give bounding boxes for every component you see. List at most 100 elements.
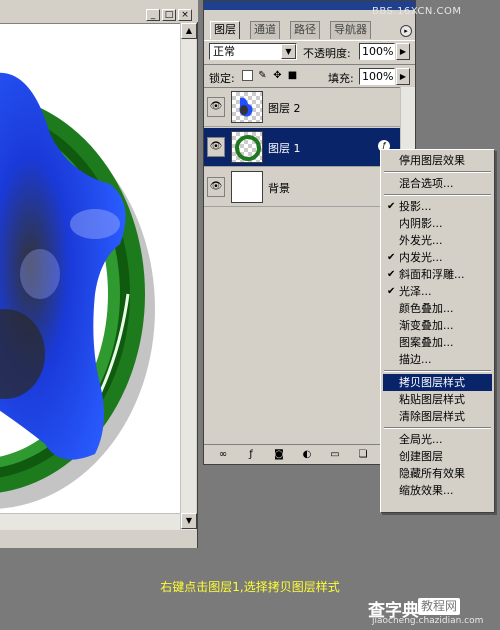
checkmark-icon: ✔	[387, 286, 396, 297]
link-layers-icon[interactable]: ∞	[216, 449, 230, 461]
blend-mode-value: 正常	[213, 45, 235, 58]
eye-icon[interactable]: 👁	[207, 97, 225, 117]
menu-item[interactable]: 停用图层效果	[383, 152, 492, 169]
menu-item[interactable]: ✔ 光泽...	[383, 283, 492, 300]
opacity-slider-button[interactable]: ▶	[396, 43, 410, 60]
close-button[interactable]: ×	[178, 9, 192, 21]
menu-item-label: 粘贴图层样式	[399, 393, 465, 406]
menu-item[interactable]: 图案叠加...	[383, 334, 492, 351]
lock-paint-icon[interactable]: ✎	[257, 70, 268, 81]
checkmark-icon: ✔	[387, 269, 396, 280]
menu-item[interactable]: ✔ 投影...	[383, 198, 492, 215]
menu-item-label: 内发光...	[399, 251, 443, 264]
new-folder-icon[interactable]: ▭	[328, 449, 342, 461]
brand-watermark: BBS.16XCN.COM	[372, 6, 462, 17]
menu-item-label: 内阴影...	[399, 217, 443, 230]
menu-item[interactable]: ✔ 斜面和浮雕...	[383, 266, 492, 283]
caption-text: 右键点击图层1,选择拷贝图层样式	[160, 580, 340, 594]
tab-paths[interactable]: 路径	[290, 21, 320, 39]
menu-item-label: 外发光...	[399, 234, 443, 247]
checkmark-icon: ✔	[387, 252, 396, 263]
layers-list: 👁 图层 2 👁 图层 1 ƒ 👁 背景	[204, 87, 400, 444]
opacity-input[interactable]: 100%	[359, 43, 395, 60]
site-watermark-badge: 教程网	[418, 598, 460, 615]
chevron-down-icon: ▼	[281, 44, 296, 59]
lock-all-icon[interactable]: ■	[287, 70, 298, 81]
menu-item[interactable]: ✔ 内发光...	[383, 249, 492, 266]
menu-item-label: 全局光...	[399, 433, 443, 446]
eye-icon[interactable]: 👁	[207, 137, 225, 157]
menu-item[interactable]: 混合选项...	[383, 175, 492, 192]
minimize-button[interactable]: _	[146, 9, 160, 21]
document-vertical-scrollbar[interactable]: ▲ ▼	[180, 23, 197, 530]
menu-item[interactable]: 创建图层	[383, 448, 492, 465]
layer-style-context-menu: 停用图层效果 混合选项... ✔ 投影... 内阴影... 外发光... ✔ 内发光... ✔ 斜…	[380, 149, 495, 513]
scroll-down-button[interactable]: ▼	[181, 513, 197, 529]
menu-item[interactable]: 隐藏所有效果	[383, 465, 492, 482]
menu-item[interactable]: 缩放效果...	[383, 482, 492, 499]
layer-name: 图层 2	[268, 102, 301, 115]
blend-mode-select[interactable]: 正常 ▼	[209, 43, 297, 60]
menu-separator	[384, 370, 491, 372]
adjustment-layer-icon[interactable]: ◐	[300, 449, 314, 461]
menu-item-label: 投影...	[399, 200, 432, 213]
fill-input[interactable]: 100%	[359, 68, 395, 85]
menu-item[interactable]: 内阴影...	[383, 215, 492, 232]
layer-name: 背景	[268, 182, 290, 195]
layer-row-layer-2[interactable]: 👁 图层 2	[204, 88, 400, 127]
menu-item-label: 渐变叠加...	[399, 319, 454, 332]
lock-transparent-icon[interactable]	[242, 70, 253, 81]
fill-slider-button[interactable]: ▶	[396, 68, 410, 85]
blend-opacity-row: 正常 ▼ 不透明度: 100% ▶	[204, 40, 415, 62]
menu-separator	[384, 427, 491, 429]
document-horizontal-scrollbar[interactable]	[0, 513, 180, 530]
menu-item-label: 创建图层	[399, 450, 443, 463]
layer-thumbnail	[231, 131, 263, 163]
site-watermark-url: jiaocheng.chazidian.com	[372, 616, 484, 626]
document-titlebar: _ □ ×	[0, 0, 198, 22]
document-window: _ □ × ▲ ▼	[0, 0, 198, 548]
lock-move-icon[interactable]: ✥	[272, 70, 283, 81]
fill-label: 填充:	[328, 72, 354, 85]
layer-thumbnail	[231, 171, 263, 203]
menu-separator	[384, 171, 491, 173]
document-canvas[interactable]	[0, 23, 180, 513]
checkmark-icon: ✔	[387, 201, 396, 212]
tab-channels[interactable]: 通道	[250, 21, 280, 39]
new-layer-icon[interactable]: ❏	[356, 449, 370, 461]
tab-navigator[interactable]: 导航器	[330, 21, 371, 39]
tab-layers[interactable]: 图层	[210, 21, 240, 39]
layer-row-background[interactable]: 👁 背景	[204, 168, 400, 207]
menu-item-label: 拷贝图层样式	[399, 376, 465, 389]
menu-item-label: 隐藏所有效果	[399, 467, 465, 480]
menu-item-label: 清除图层样式	[399, 410, 465, 423]
opacity-label: 不透明度:	[303, 47, 351, 60]
menu-item[interactable]: 渐变叠加...	[383, 317, 492, 334]
menu-item[interactable]: 清除图层样式	[383, 408, 492, 425]
menu-item-label: 颜色叠加...	[399, 302, 454, 315]
menu-item-label: 描边...	[399, 353, 432, 366]
maximize-button[interactable]: □	[162, 9, 176, 21]
menu-item[interactable]: 外发光...	[383, 232, 492, 249]
menu-item[interactable]: 拷贝图层样式	[383, 374, 492, 391]
menu-item-label: 斜面和浮雕...	[399, 268, 465, 281]
lock-label: 锁定:	[209, 72, 235, 85]
palette-menu-button[interactable]: ▸	[400, 25, 412, 37]
add-mask-icon[interactable]: ◙	[272, 449, 286, 461]
menu-item[interactable]: 颜色叠加...	[383, 300, 492, 317]
layer-thumbnail	[231, 91, 263, 123]
canvas-artwork	[0, 72, 155, 509]
menu-item-label: 停用图层效果	[399, 154, 465, 167]
menu-item[interactable]: 描边...	[383, 351, 492, 368]
menu-item-label: 混合选项...	[399, 177, 454, 190]
lock-fill-row: 锁定: ✎ ✥ ■ 填充: 100% ▶	[204, 64, 415, 86]
menu-item[interactable]: 粘贴图层样式	[383, 391, 492, 408]
scroll-up-button[interactable]: ▲	[181, 23, 197, 39]
menu-item-label: 缩放效果...	[399, 484, 454, 497]
menu-item[interactable]: 全局光...	[383, 431, 492, 448]
menu-separator	[384, 194, 491, 196]
add-style-icon[interactable]: ƒ	[244, 449, 258, 461]
menu-item-label: 图案叠加...	[399, 336, 454, 349]
layer-row-layer-1[interactable]: 👁 图层 1 ƒ	[204, 128, 400, 167]
eye-icon[interactable]: 👁	[207, 177, 225, 197]
